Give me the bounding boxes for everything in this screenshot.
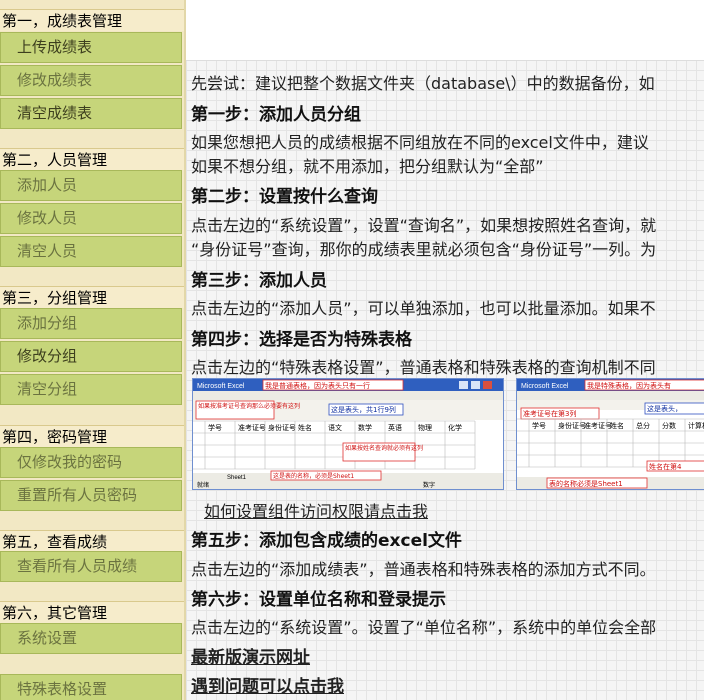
sidebar-nav: 第一，成绩表管理 上传成绩表 修改成绩表 清空成绩表 第二，人员管理 添加人员 修改人员 清空… xyxy=(0,0,184,700)
note-exam-id-required: 如果按准考证号查询那么必须要有这列 xyxy=(198,402,300,410)
step4-title: 第四步：选择是否为特殊表格 xyxy=(191,330,412,350)
excel-special-table-graphic: Microsoft Excel 我是特殊表格，因为表头有 准考证号在第3列 这是… xyxy=(517,379,704,489)
step1-title: 第一步：添加人员分组 xyxy=(191,105,361,125)
sidebar-item[interactable]: 添加分组 xyxy=(0,308,182,339)
step5-line1: 点击左边的“添加成绩表”，普通表格和特殊表格的添加方式不同。 xyxy=(191,560,656,579)
header-cell: 总分 xyxy=(636,421,650,430)
step6-title: 第六步：设置单位名称和登录提示 xyxy=(191,590,446,610)
excel-title-bar-right: Microsoft Excel xyxy=(521,383,569,390)
header-cell: 语文 xyxy=(328,423,342,432)
step2-line1: 点击左边的“系统设置”，设置“查询名”，如果想按照姓名查询，就 xyxy=(191,216,657,235)
header-cell: 姓名 xyxy=(298,423,312,432)
header-cell: 姓名 xyxy=(610,421,624,430)
sidebar-section-title: 第五，查看成绩 xyxy=(0,530,184,552)
header-cell: 准考证号 xyxy=(238,423,266,432)
note-header-right: 这是表头， xyxy=(647,404,682,413)
step3-line1: 点击左边的“添加人员”，可以单独添加，也可以批量添加。如果不 xyxy=(191,299,656,318)
sidebar-item[interactable]: 清空分组 xyxy=(0,374,182,405)
note-normal-table: 我是普通表格，因为表头只有一行 xyxy=(265,381,370,390)
sidebar-item[interactable]: 查看所有人员成绩 xyxy=(0,551,182,582)
sidebar-item[interactable]: 修改成绩表 xyxy=(0,65,182,96)
right-header-row: 学号 身份证号准考证号姓名 总分 分数 计算机 xyxy=(532,421,704,430)
step3-title: 第三步：添加人员 xyxy=(191,271,327,291)
step4-line1: 点击左边的“特殊表格设置”，普通表格和特殊表格的查询机制不同 xyxy=(191,358,656,377)
step1-line2: 如果不想分组，就不用添加，把分组默认为“全部” xyxy=(191,157,544,176)
note-name-col: 姓名在第4 xyxy=(649,462,682,471)
sidebar-section-title: 第四，密码管理 xyxy=(0,425,184,447)
status-num: 数字 xyxy=(423,481,435,489)
header-cell: 化学 xyxy=(448,423,462,432)
help-link-text[interactable]: 遇到问题可以点击我 xyxy=(191,677,344,697)
header-cell: 分数 xyxy=(662,421,676,430)
header-cell: 计算机 xyxy=(688,421,704,430)
step2-title: 第二步：设置按什么查询 xyxy=(191,187,378,207)
sheet-tab: Sheet1 xyxy=(227,475,247,481)
header-cell: 数学 xyxy=(358,423,372,432)
top-blank-panel xyxy=(186,0,704,61)
header-cell: 身份证号 xyxy=(558,421,586,430)
sidebar-item[interactable]: 重置所有人员密码 xyxy=(0,480,182,511)
status-ready: 就绪 xyxy=(197,481,209,489)
excel-special-table-image: Microsoft Excel 我是特殊表格，因为表头有 准考证号在第3列 这是… xyxy=(516,378,704,490)
header-cell: 身份证号 xyxy=(268,423,296,432)
note-sheet-right: 表的名称必须是Sheet1 xyxy=(549,479,623,488)
header-cell: 英语 xyxy=(388,423,402,432)
note-special-table: 我是特殊表格，因为表头有 xyxy=(587,381,671,390)
excel-normal-table-image: Microsoft Excel 我是普通表格，因为表头只有一行 如果按准考证号查… xyxy=(192,378,504,490)
sidebar-section-title: 第二，人员管理 xyxy=(0,148,184,170)
permission-link-text[interactable]: 如何设置组件访问权限请点击我 xyxy=(204,502,428,521)
sidebar-item[interactable]: 添加人员 xyxy=(0,170,182,201)
step6-line1: 点击左边的“系统设置”。设置了“单位名称”，系统中的单位会全部 xyxy=(191,618,657,637)
sidebar-section-title: 第六，其它管理 xyxy=(0,601,184,623)
sidebar-item[interactable]: 系统设置 xyxy=(0,623,182,654)
sidebar-item[interactable]: 修改人员 xyxy=(0,203,182,234)
sidebar-item[interactable]: 清空成绩表 xyxy=(0,98,182,129)
excel-normal-table-graphic: Microsoft Excel 我是普通表格，因为表头只有一行 如果按准考证号查… xyxy=(193,379,503,489)
header-cell: 学号 xyxy=(532,421,546,430)
sidebar-section-title: 第一，成绩表管理 xyxy=(0,9,184,31)
note-name-required: 如果按姓名查询就必须有这列 xyxy=(345,444,423,452)
header-cell: 物理 xyxy=(418,423,432,432)
sidebar-section-title: 第三，分组管理 xyxy=(0,286,184,308)
sidebar-item[interactable]: 仅修改我的密码 xyxy=(0,447,182,478)
step5-title: 第五步：添加包含成绩的excel文件 xyxy=(191,531,462,551)
intro-text: 先尝试：建议把整个数据文件夹（database\）中的数据备份，如 xyxy=(191,74,655,93)
note-exam-col: 准考证号在第3列 xyxy=(523,409,576,418)
sidebar-item[interactable]: 上传成绩表 xyxy=(0,32,182,63)
sidebar-item[interactable]: 修改分组 xyxy=(0,341,182,372)
sidebar-item[interactable]: 特殊表格设置 xyxy=(0,674,182,700)
sidebar-item[interactable]: 清空人员 xyxy=(0,236,182,267)
permission-link[interactable]: 如何设置组件访问权限请点击我 xyxy=(204,498,428,522)
note-header-size: 这是表头，共1行9列 xyxy=(331,405,396,414)
demo-link[interactable]: 最新版演示网址 xyxy=(191,643,310,668)
step1-line1: 如果您想把人员的成绩根据不同组放在不同的excel文件中，建议 xyxy=(191,133,649,152)
excel-title-bar: Microsoft Excel xyxy=(197,383,245,390)
demo-link-text[interactable]: 最新版演示网址 xyxy=(191,648,310,668)
header-cell: 准考证号 xyxy=(584,421,612,430)
step2-line2: “身份证号”查询，那你的成绩表里就必须包含“身份证号”一列。为 xyxy=(191,240,657,259)
main-content: 先尝试：建议把整个数据文件夹（database\）中的数据备份，如 第一步：添加… xyxy=(186,0,704,700)
note-sheet-name: 这是表的名称，必须是Sheet1 xyxy=(273,472,354,480)
left-header-row: 学号 准考证号 身份证号 姓名 语文 数学 英语 物理 化学 xyxy=(208,423,462,432)
help-link[interactable]: 遇到问题可以点击我 xyxy=(191,672,344,697)
header-cell: 学号 xyxy=(208,423,222,432)
